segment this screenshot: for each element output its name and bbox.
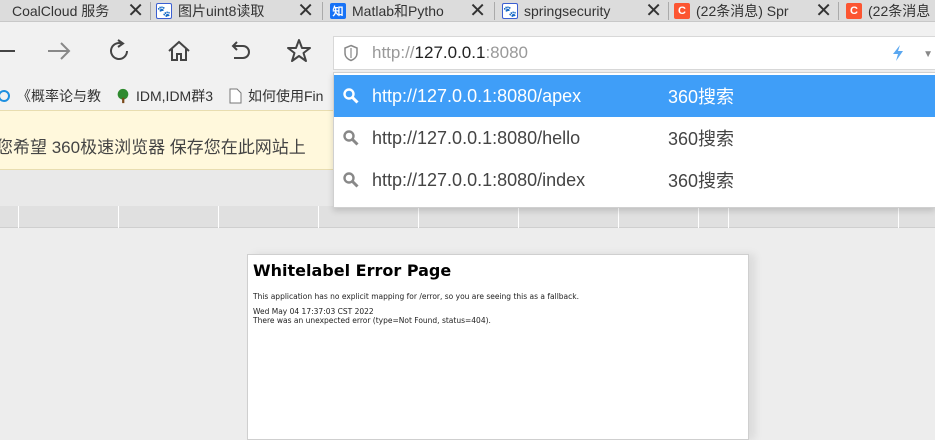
tab-csdn-1[interactable]: C (22条消息) Spr ✕ [674,0,836,22]
chevron-down-icon[interactable]: ▼ [923,49,933,60]
back-button[interactable] [0,34,20,68]
suggestion-url: http://127.0.0.1:8080/apex [372,85,582,106]
bookmark-label: 《概率论与教 [17,88,101,104]
home-icon [168,40,190,61]
notice-text: 您希望 360极速浏览器 保存您在此网站上 [0,138,306,157]
tab-coalcloud[interactable]: CoalCloud 服务 ✕ [0,0,148,22]
tree-icon [115,88,131,104]
suggestion-engine: 360搜索 [668,171,735,191]
tab-title: springsecurity [524,3,611,19]
reload-button[interactable] [102,34,136,68]
address-bar[interactable]: http://127.0.0.1:8080 ▼ [333,36,935,70]
star-icon [287,39,311,62]
tab-image-uint8[interactable]: 🐾 图片uint8读取 ✕ [156,0,318,22]
url-scheme: http:// [372,43,415,62]
tab-springsecurity[interactable]: 🐾 springsecurity ✕ [502,0,666,22]
suggestion-url: http://127.0.0.1:8080/hello [372,127,581,148]
close-icon[interactable]: ✕ [127,1,144,21]
error-detail: There was an unexpected error (type=Not … [253,316,491,325]
baidu-paw-icon: 🐾 [156,3,172,19]
close-icon[interactable]: ✕ [297,1,314,21]
error-timestamp: Wed May 04 17:37:03 CST 2022 [253,307,374,316]
page-viewport: Whitelabel Error Page This application h… [0,228,935,440]
error-page: Whitelabel Error Page This application h… [247,254,749,440]
zhihu-icon: 知 [330,3,346,19]
suggestion-engine: 360搜索 [668,87,735,107]
close-icon[interactable]: ✕ [469,1,486,21]
tab-title: (22条消息 [868,3,931,19]
forward-arrow-icon [48,42,71,60]
search-icon [343,88,359,104]
lightning-icon[interactable] [891,44,905,62]
suggestion-item[interactable]: http://127.0.0.1:8080/apex 360搜索 [334,75,935,117]
suggestion-item[interactable]: http://127.0.0.1:8080/index 360搜索 [334,159,935,201]
address-suggestions: http://127.0.0.1:8080/apex 360搜索 http://… [333,72,935,208]
tab-title: 图片uint8读取 [178,3,265,19]
tab-matlab-python[interactable]: 知 Matlab和Pytho ✕ [330,0,490,22]
suggestion-engine: 360搜索 [668,129,735,149]
tab-strip: CoalCloud 服务 ✕ 🐾 图片uint8读取 ✕ 知 Matlab和Py… [0,0,935,22]
url-port: :8080 [485,43,528,62]
search-icon [343,172,359,188]
close-icon[interactable]: ✕ [815,1,832,21]
url-text[interactable]: http://127.0.0.1:8080 [372,43,528,63]
bookmark-item[interactable]: IDM,IDM群3 [115,86,213,106]
suggestion-item[interactable]: http://127.0.0.1:8080/hello 360搜索 [334,117,935,159]
bookmark-item[interactable]: 如何使用Fin [227,86,323,106]
search-icon [343,130,359,146]
suggestion-url: http://127.0.0.1:8080/index [372,169,586,190]
ruler-strip [0,206,935,228]
bookmark-star-button[interactable] [282,34,316,68]
tab-title: Matlab和Pytho [352,3,444,19]
tab-csdn-2[interactable]: C (22条消息 [846,0,935,22]
csdn-icon: C [674,3,690,19]
tab-title: (22条消息) Spr [696,3,789,19]
error-message: This application has no explicit mapping… [253,292,579,301]
url-host: 127.0.0.1 [414,43,486,62]
back-arrow-icon [0,50,15,52]
close-icon[interactable]: ✕ [645,1,662,21]
tab-title: CoalCloud 服务 [12,3,110,19]
page-title: Whitelabel Error Page [253,261,452,280]
undo-icon [231,41,250,59]
ie-icon [0,88,12,104]
shield-icon[interactable] [342,44,360,62]
undo-close-button[interactable] [222,34,256,68]
home-button[interactable] [162,34,196,68]
csdn-icon: C [846,3,862,19]
bookmark-label: IDM,IDM群3 [136,88,213,104]
reload-icon [110,39,128,60]
page-icon [227,88,243,104]
forward-button[interactable] [42,34,76,68]
baidu-paw-icon: 🐾 [502,3,518,19]
bookmark-item[interactable]: 《概率论与教 [0,86,101,106]
bookmark-label: 如何使用Fin [248,88,324,104]
